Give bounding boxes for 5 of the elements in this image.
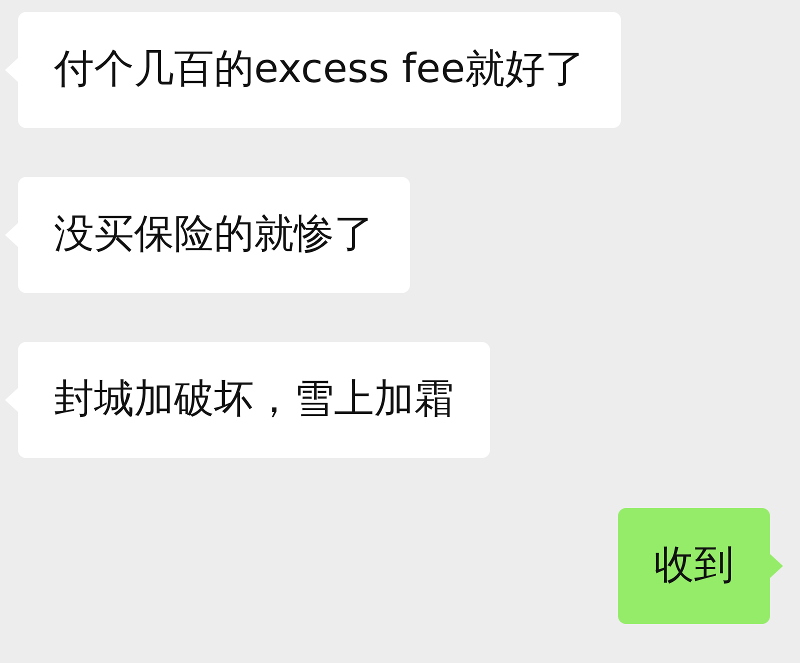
message-bubble: 付个几百的excess fee就好了 — [18, 12, 622, 128]
bubble-tail — [770, 554, 783, 578]
message-bubble: 封城加破坏，雪上加霜 — [18, 342, 490, 458]
message-bubble: 没买保险的就惨了 — [18, 177, 410, 293]
message-bubble: 收到 — [618, 508, 770, 624]
